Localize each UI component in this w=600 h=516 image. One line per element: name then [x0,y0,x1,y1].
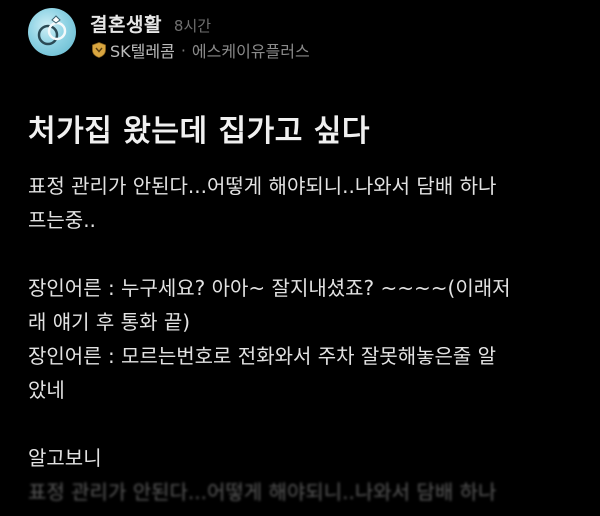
board-avatar[interactable] [28,8,76,56]
meta-row-board: 결혼생활 8시간 [90,10,310,37]
meta-row-author: SK텔레콤 · 에스케이유플러스 [90,39,310,61]
meta-separator: · [180,40,186,60]
body-line-cutoff: 표정 관리가 안된다...어떻게 해야되니..나와서 담배 하나 [28,480,497,504]
body-line: 장인어른 : 모르는번호로 전화와서 주차 잘못해놓은줄 알 [28,344,497,368]
post-time: 8시간 [173,17,212,35]
wedding-rings-icon [37,15,67,46]
body-blank-line [28,407,588,441]
post-header: 결혼생활 8시간 SK텔레콤 · 에스케이유플러스 [28,8,310,61]
post-body: 표정 관리가 안된다...어떻게 해야되니..나와서 담배 하나 프는중.. 장… [28,169,588,509]
author-nickname[interactable]: 에스케이유플러스 [192,38,310,62]
post-meta: 결혼생활 8시간 SK텔레콤 · 에스케이유플러스 [90,10,310,61]
shield-icon [92,42,106,58]
author-company[interactable]: SK텔레콤 [110,38,175,62]
board-name[interactable]: 결혼생활 [90,10,162,37]
body-line: 표정 관리가 안된다...어떻게 해야되니..나와서 담배 하나 [28,174,497,198]
body-line: 래 얘기 후 통화 끝) [28,310,191,334]
body-line: 았네 [28,378,65,402]
body-line: 장인어른 : 누구세요? 아아~ 잘지내셨죠? ~~~~(이래저 [28,276,511,300]
body-line: 프는중.. [28,208,96,232]
body-line: 알고보니 [28,446,102,470]
post-title: 처가집 왔는데 집가고 싶다 [28,114,370,149]
body-blank-line [28,237,588,271]
